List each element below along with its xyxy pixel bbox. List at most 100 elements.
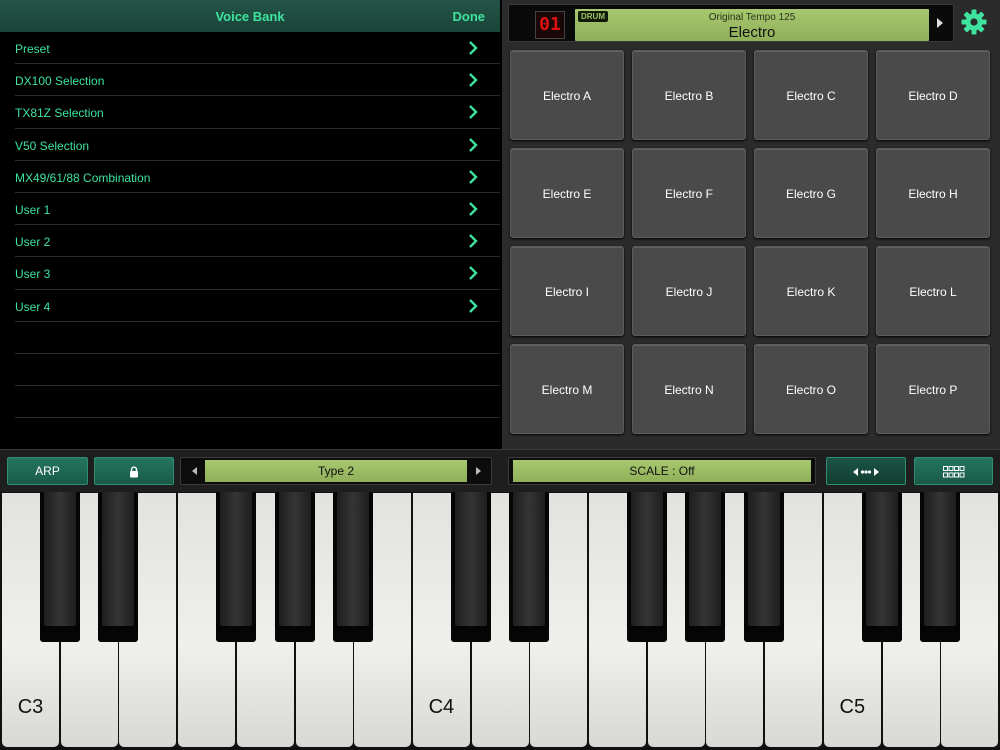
voice-bank-row[interactable]: User 4: [15, 290, 500, 322]
voice-bank-row-label: User 2: [15, 235, 51, 250]
control-bar: ARP Type 2 SCALE : Off: [0, 449, 1000, 492]
drum-pad[interactable]: Electro O: [754, 344, 868, 434]
chevron-right-icon: [469, 298, 478, 313]
voice-bank-row[interactable]: User 2: [15, 225, 500, 258]
chevron-right-icon: [469, 169, 478, 184]
drum-pad-label: Electro B: [664, 89, 714, 103]
voice-bank-panel: Voice Bank Done Preset DX100 Selection TX8…: [0, 0, 500, 451]
octave-label: C5: [839, 696, 866, 718]
voice-strip: 01 DRUM Original Tempo 125 Electro: [508, 4, 954, 42]
black-key[interactable]: [333, 492, 374, 642]
drum-pad[interactable]: Electro H: [876, 148, 990, 238]
pad-grid: Electro A Electro B Electro C Electro D Elec…: [510, 50, 992, 440]
black-key[interactable]: [861, 492, 902, 642]
black-key[interactable]: [744, 492, 785, 642]
voice-bank-row[interactable]: MX49/61/88 Combination: [15, 161, 500, 193]
type-display[interactable]: Type 2: [205, 460, 467, 482]
drum-pad[interactable]: Electro D: [876, 50, 990, 140]
chevron-right-icon: [469, 137, 478, 152]
chevron-right-icon: [469, 73, 478, 88]
voice-bank-row-label: MX49/61/88 Combination: [15, 170, 151, 185]
black-key[interactable]: [685, 492, 726, 642]
voice-bank-row[interactable]: User 1: [15, 193, 500, 226]
drum-pad[interactable]: Electro G: [754, 148, 868, 238]
empty-row: [15, 386, 500, 419]
scale-button[interactable]: SCALE : Off: [513, 460, 811, 482]
pad-panel: 01 DRUM Original Tempo 125 Electro Elect…: [502, 0, 1000, 449]
black-key[interactable]: [920, 492, 961, 642]
voice-bank-row-label: Preset: [15, 42, 50, 56]
drum-pad[interactable]: Electro I: [510, 246, 624, 336]
arp-button[interactable]: ARP: [7, 457, 88, 485]
voice-display[interactable]: DRUM Original Tempo 125 Electro: [575, 9, 929, 41]
lock-button[interactable]: [94, 457, 174, 485]
chevron-right-icon: [469, 105, 478, 120]
pad-grid-button[interactable]: [914, 457, 993, 485]
black-key[interactable]: [509, 492, 550, 642]
black-key[interactable]: [450, 492, 491, 642]
chevron-right-icon: [469, 266, 478, 281]
drum-pad[interactable]: Electro C: [754, 50, 868, 140]
type-next-arrow-icon[interactable]: [476, 467, 481, 475]
voice-bank-row-label: User 1: [15, 202, 51, 217]
voice-bank-row-label: User 3: [15, 267, 51, 282]
drum-pad[interactable]: Electro N: [632, 344, 746, 434]
voice-bank-row[interactable]: TX81Z Selection: [15, 96, 500, 129]
drum-pad-label: Electro K: [786, 285, 836, 299]
drum-pad-label: Electro E: [542, 187, 592, 201]
drum-pad-label: Electro D: [908, 89, 958, 103]
empty-row: [15, 418, 500, 451]
voice-name: Electro: [728, 24, 776, 41]
drum-pad-label: Electro F: [664, 187, 713, 201]
voice-bank-row[interactable]: DX100 Selection: [15, 64, 500, 97]
drum-pad-label: Electro O: [785, 383, 836, 397]
black-key[interactable]: [98, 492, 139, 642]
voice-number-display: 01: [535, 11, 565, 39]
chevron-right-icon: [469, 234, 478, 248]
drum-pad[interactable]: Electro E: [510, 148, 624, 238]
drum-pad-label: Electro M: [541, 383, 593, 397]
gear-icon[interactable]: [960, 8, 988, 36]
drum-pad[interactable]: Electro A: [510, 50, 624, 140]
voice-bank-row-label: DX100 Selection: [15, 74, 105, 89]
empty-row: [15, 322, 500, 354]
octave-label: C3: [17, 696, 44, 718]
chevron-right-icon: [469, 202, 478, 216]
voice-subtitle: Original Tempo 125: [708, 12, 796, 23]
done-button[interactable]: Done: [453, 9, 486, 24]
drum-pad-label: Electro A: [542, 89, 592, 103]
voice-bank-header: Voice Bank Done: [0, 0, 500, 32]
octave-label: C4: [428, 696, 455, 718]
drum-pad[interactable]: Electro F: [632, 148, 746, 238]
chevron-right-icon: [469, 41, 478, 55]
type-prev-arrow-icon[interactable]: [192, 467, 197, 475]
drum-pad-label: Electro J: [665, 285, 713, 299]
voice-bank-row[interactable]: V50 Selection: [15, 129, 500, 161]
voice-bank-row-label: TX81Z Selection: [15, 106, 104, 121]
black-key[interactable]: [274, 492, 315, 642]
drum-pad[interactable]: Electro M: [510, 344, 624, 434]
drum-pad[interactable]: Electro B: [632, 50, 746, 140]
keyboard-range-button[interactable]: [826, 457, 906, 485]
voice-bank-row-label: V50 Selection: [15, 138, 90, 153]
next-voice-arrow-icon[interactable]: [937, 18, 943, 28]
voice-bank-row[interactable]: Preset: [15, 32, 500, 65]
type-selector: Type 2: [180, 457, 492, 485]
drum-pad-label: Electro C: [786, 89, 836, 103]
black-key[interactable]: [626, 492, 667, 642]
lock-icon: [130, 466, 138, 478]
black-key[interactable]: [215, 492, 256, 642]
drum-pad-label: Electro L: [909, 285, 957, 299]
range-arrows-icon: [853, 467, 879, 476]
drum-pad[interactable]: Electro L: [876, 246, 990, 336]
drum-pad-label: Electro P: [908, 383, 958, 397]
drum-pad[interactable]: Electro P: [876, 344, 990, 434]
pad-grid-icon: [942, 465, 964, 478]
voice-bank-row-label: User 4: [15, 299, 51, 314]
drum-pad[interactable]: Electro J: [632, 246, 746, 336]
voice-bank-list: Preset DX100 Selection TX81Z Selection V50 …: [0, 32, 500, 451]
voice-bank-row[interactable]: User 3: [15, 257, 500, 290]
empty-row: [15, 354, 500, 387]
black-key[interactable]: [39, 492, 80, 642]
drum-pad[interactable]: Electro K: [754, 246, 868, 336]
